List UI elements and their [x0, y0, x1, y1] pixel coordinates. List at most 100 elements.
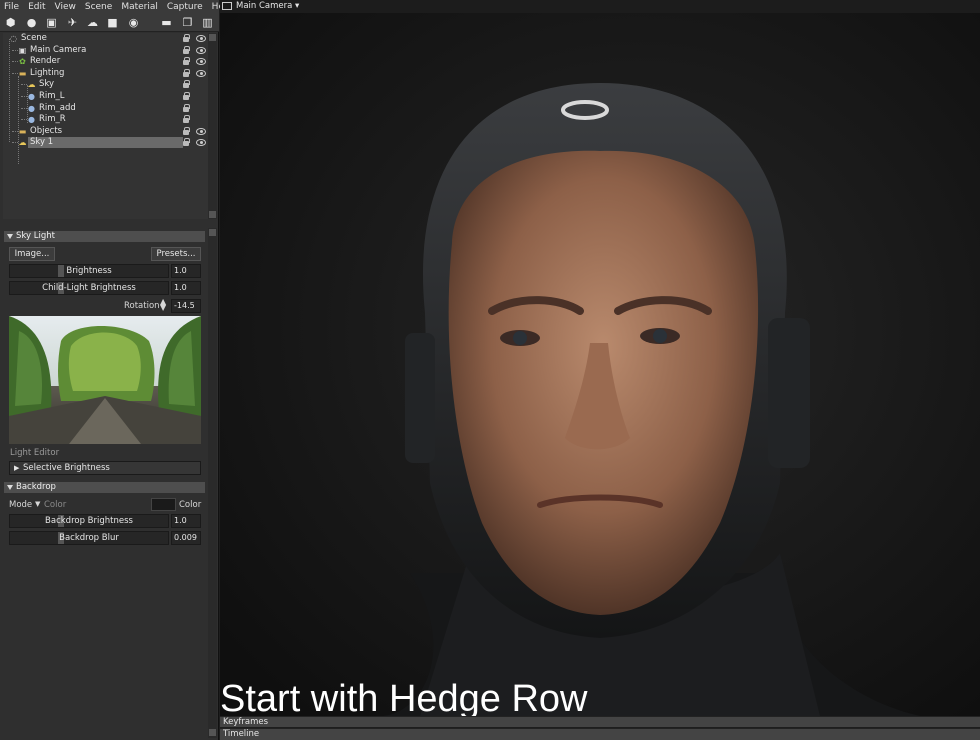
color-swatch[interactable] [151, 498, 176, 511]
light-icon: ● [28, 103, 35, 113]
scene-item-label: Sky 1 [28, 137, 183, 149]
mode-label: Mode [9, 500, 33, 510]
left-panel: FileEditViewSceneMaterialCaptureHelp ⬢ ●… [0, 0, 232, 740]
backdrop-brightness-label: Backdrop Brightness [45, 516, 133, 526]
lock-icon[interactable] [182, 80, 190, 89]
render-icon: ✿ [19, 57, 26, 67]
rotation-spinner-icon[interactable]: ▲ ▼ [160, 298, 166, 312]
slider-knob[interactable] [58, 265, 64, 277]
color-label: Color [179, 500, 202, 510]
child-light-brightness-label: Child-Light Brightness [42, 283, 136, 293]
mode-value[interactable]: Color [44, 500, 66, 510]
lock-icon[interactable] [182, 34, 190, 43]
viewport-header: Main Camera ▾ [220, 0, 980, 13]
lock-icon[interactable] [182, 126, 190, 136]
menu-view[interactable]: View [55, 2, 76, 12]
backdrop-blur-label: Backdrop Blur [59, 533, 119, 543]
scene-item-rim-r[interactable]: ● Rim_R [3, 114, 208, 125]
cloud-icon[interactable]: ☁ [86, 16, 99, 29]
sky-icon: ☁ [27, 80, 36, 90]
render-viewport[interactable] [220, 13, 980, 716]
scene-item-label: Render [30, 56, 61, 67]
scene-item-lighting[interactable]: ▬ Lighting [3, 68, 208, 79]
bulb-icon[interactable]: ● [25, 16, 38, 29]
camera-icon[interactable] [222, 2, 232, 10]
scene-item-sky[interactable]: ☁ Sky [3, 79, 208, 90]
scene-item-render[interactable]: ✿ Render [3, 56, 208, 67]
eye-icon[interactable] [196, 69, 206, 77]
toolbar: ⬢ ● ▣ ✈ ☁ ■ ◉ ▬ ❐ ▥ [0, 13, 219, 32]
lock-icon[interactable] [182, 103, 190, 113]
scene-item-objects[interactable]: ▬ Objects [3, 126, 208, 137]
folder-icon: ▬ [18, 126, 27, 136]
light-editor-label: Light Editor [10, 448, 60, 458]
menu-material[interactable]: Material [121, 2, 158, 12]
lock-icon[interactable] [182, 57, 190, 66]
hdr-preview-image[interactable] [9, 316, 201, 444]
lock-icon[interactable] [182, 115, 190, 124]
cube-icon[interactable]: ⬢ [4, 16, 17, 29]
scene-item-rim-l[interactable]: ● Rim_L [3, 91, 208, 102]
ball-icon[interactable]: ◉ [127, 16, 140, 29]
camera-icon: ▣ [18, 45, 27, 55]
rendered-head-image [220, 13, 980, 716]
scene-item-label: Rim_L [39, 91, 65, 101]
rotation-value[interactable]: -14.5 [171, 299, 201, 313]
properties-scrollbar[interactable] [208, 228, 217, 738]
mode-dropdown-icon[interactable]: ▼ [35, 500, 40, 508]
presets-button[interactable]: Presets... [151, 247, 201, 261]
menu-edit[interactable]: Edit [28, 2, 45, 12]
brightness-value[interactable]: 1.0 [171, 264, 201, 278]
eye-icon[interactable] [196, 127, 206, 135]
camera-icon[interactable]: ▣ [45, 16, 58, 29]
scene-item-rim-add[interactable]: ● Rim_add [3, 103, 208, 114]
backdrop-blur-value[interactable]: 0.009 [171, 531, 201, 545]
scene-item-scene[interactable]: ◌ Scene [3, 33, 208, 44]
tree-connector [27, 85, 28, 123]
scene-item-main-camera[interactable]: ▣ Main Camera [3, 45, 208, 56]
scene-scrollbar[interactable] [208, 33, 217, 219]
scroll-up-arrow[interactable] [209, 229, 216, 236]
image-button[interactable]: Image... [9, 247, 55, 261]
backdrop-brightness-slider[interactable]: Backdrop Brightness [9, 514, 169, 528]
backdrop-blur-slider[interactable]: Backdrop Blur [9, 531, 169, 545]
scroll-down-arrow[interactable] [209, 211, 216, 218]
scene-item-label: Main Camera [30, 44, 87, 55]
scroll-down-arrow[interactable] [209, 729, 216, 736]
box-icon[interactable]: ■ [106, 16, 119, 29]
child-light-brightness-slider[interactable]: Child-Light Brightness [9, 281, 169, 295]
plane-icon[interactable]: ✈ [66, 16, 79, 29]
brightness-slider[interactable]: Brightness [9, 264, 169, 278]
scene-item-label: Objects [30, 125, 63, 136]
scene-item-sky-1[interactable]: ☁ Sky 1 [3, 137, 208, 149]
camera-label: Main Camera [236, 1, 293, 11]
folder-icon[interactable]: ▬ [160, 16, 173, 29]
sky-light-header[interactable]: Sky Light [4, 231, 205, 242]
camera-selector[interactable]: Main Camera ▾ [236, 1, 299, 11]
scene-item-label: Lighting [30, 67, 65, 78]
eye-icon[interactable] [196, 139, 206, 147]
lock-icon[interactable] [182, 138, 190, 147]
expand-arrow-icon[interactable]: ▶ [14, 462, 19, 474]
eye-icon[interactable] [196, 46, 206, 54]
menu-file[interactable]: File [4, 2, 19, 12]
menu-scene[interactable]: Scene [85, 2, 112, 12]
scroll-up-arrow[interactable] [209, 34, 216, 41]
light-icon: ● [28, 92, 35, 101]
timeline-bar[interactable]: Timeline [220, 728, 980, 740]
rotation-label: Rotation [124, 301, 160, 311]
lock-icon[interactable] [182, 45, 190, 55]
selective-brightness-toggle[interactable]: ▶ Selective Brightness [9, 461, 201, 475]
backdrop-brightness-value[interactable]: 1.0 [171, 514, 201, 528]
child-light-brightness-value[interactable]: 1.0 [171, 281, 201, 295]
folder-icon: ▬ [18, 68, 27, 78]
lock-icon[interactable] [182, 92, 190, 101]
backdrop-header[interactable]: Backdrop [4, 482, 205, 493]
keyframes-bar[interactable]: Keyframes [220, 716, 980, 727]
menu-capture[interactable]: Capture [167, 2, 203, 12]
duplicate-icon[interactable]: ❐ [181, 16, 194, 29]
eye-icon[interactable] [196, 58, 206, 66]
trash-icon[interactable]: ▥ [201, 16, 214, 29]
eye-icon[interactable] [196, 35, 206, 42]
lock-icon[interactable] [182, 68, 190, 78]
